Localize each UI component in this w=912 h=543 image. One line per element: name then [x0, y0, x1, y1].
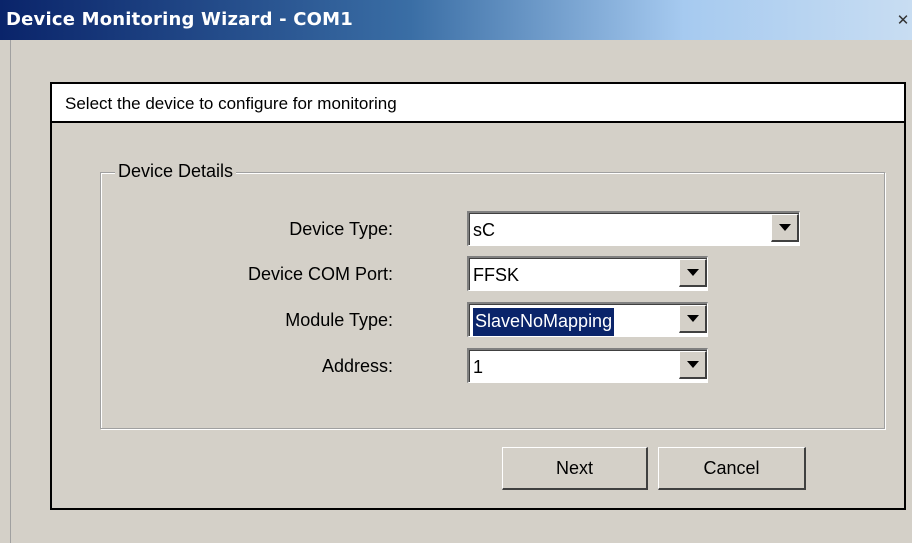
- module-type-dropdown-button[interactable]: [679, 305, 707, 333]
- close-icon[interactable]: ✕: [894, 11, 912, 29]
- address-select[interactable]: 1: [467, 348, 708, 383]
- next-button[interactable]: Next: [502, 447, 648, 490]
- device-type-dropdown-button[interactable]: [771, 214, 799, 242]
- device-com-port-value: FFSK: [473, 265, 520, 285]
- address-dropdown-button[interactable]: [679, 351, 707, 379]
- title-bar[interactable]: Device Monitoring Wizard - COM1 ✕: [0, 0, 912, 40]
- address-value: 1: [473, 357, 484, 377]
- device-com-port-select[interactable]: FFSK: [467, 256, 708, 291]
- wizard-window: Device Monitoring Wizard - COM1 ✕ Select…: [0, 0, 912, 543]
- chevron-down-icon: [779, 224, 791, 231]
- device-details-group: Device Details Device Type: sC Device CO…: [100, 161, 885, 429]
- device-type-label: Device Type:: [289, 219, 393, 239]
- device-com-port-dropdown-button[interactable]: [679, 259, 707, 287]
- address-label: Address:: [321, 356, 393, 376]
- module-type-value: SlaveNoMapping: [473, 308, 615, 336]
- module-type-label: Module Type:: [285, 310, 393, 330]
- wizard-header: Select the device to configure for monit…: [52, 84, 904, 123]
- window-title: Device Monitoring Wizard - COM1: [6, 9, 354, 30]
- cancel-button[interactable]: Cancel: [658, 447, 806, 490]
- device-type-select[interactable]: sC: [467, 211, 800, 246]
- group-legend: Device Details: [115, 161, 237, 182]
- chevron-down-icon: [687, 269, 699, 276]
- module-type-select[interactable]: SlaveNoMapping: [467, 302, 708, 337]
- wizard-panel: Select the device to configure for monit…: [50, 82, 906, 510]
- chevron-down-icon: [687, 361, 699, 368]
- device-com-port-label: Device COM Port:: [247, 264, 393, 284]
- wizard-instruction: Select the device to configure for monit…: [65, 94, 397, 113]
- chevron-down-icon: [687, 315, 699, 322]
- device-type-value: sC: [473, 220, 495, 240]
